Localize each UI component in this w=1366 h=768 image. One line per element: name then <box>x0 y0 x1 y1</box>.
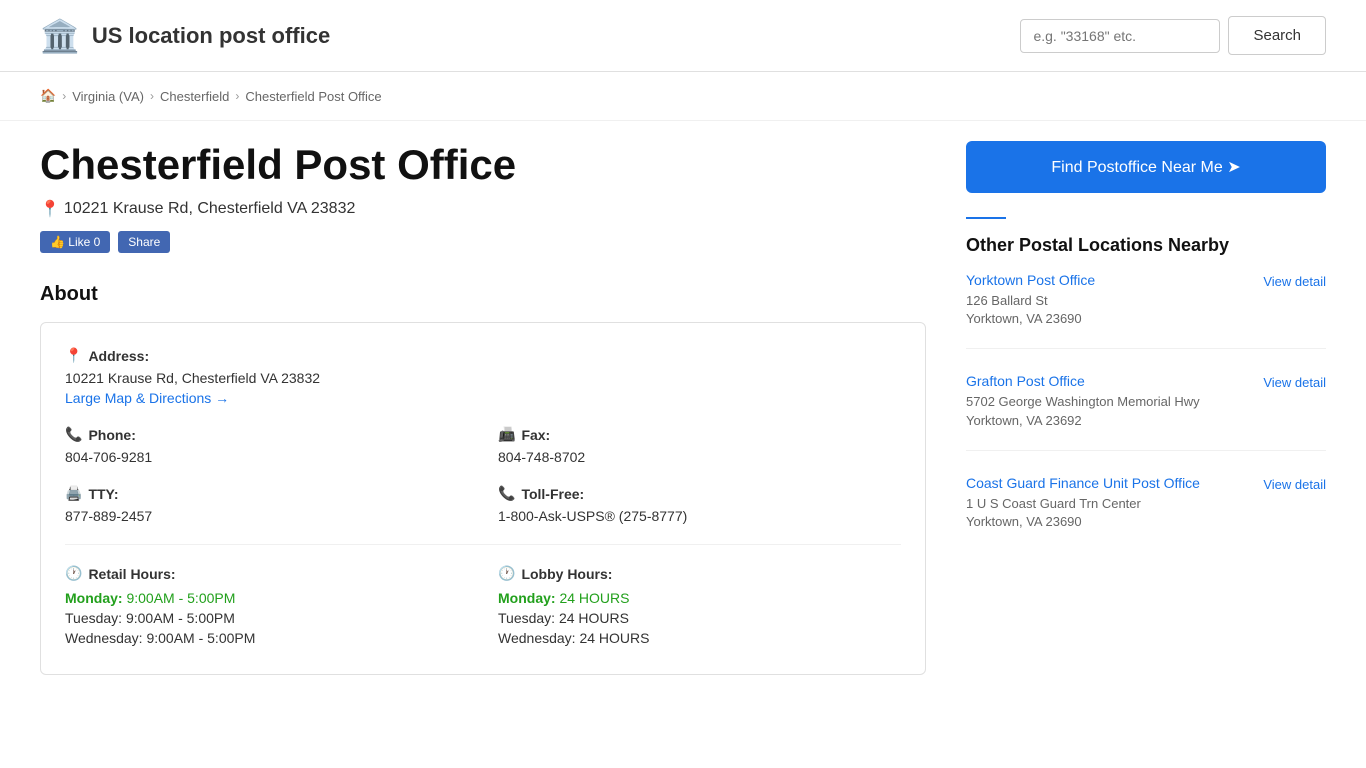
breadcrumb-city-link[interactable]: Chesterfield <box>160 89 229 104</box>
breadcrumb-state-link[interactable]: Virginia (VA) <box>72 89 144 104</box>
nearby-view-1[interactable]: View detail <box>1263 375 1326 390</box>
nearby-info-0: Yorktown Post Office 126 Ballard StYorkt… <box>966 272 1095 328</box>
nearby-name-1[interactable]: Grafton Post Office <box>966 373 1085 389</box>
breadcrumb: 🏠 › Virginia (VA) › Chesterfield › Chest… <box>0 72 1366 121</box>
find-postoffice-button[interactable]: Find Postoffice Near Me ➤ <box>966 141 1326 193</box>
retail-monday-day: Monday: <box>65 590 123 606</box>
content-left: Chesterfield Post Office 📍 10221 Krause … <box>40 141 926 675</box>
nearby-info-1: Grafton Post Office 5702 George Washingt… <box>966 373 1200 429</box>
retail-wednesday-row: Wednesday: 9:00AM - 5:00PM <box>65 630 468 646</box>
fax-label: 📠 Fax: <box>498 426 901 443</box>
main-layout: Chesterfield Post Office 📍 10221 Krause … <box>0 141 1366 675</box>
tollfree-value: 1-800-Ask-USPS® (275-8777) <box>498 508 901 524</box>
address-text: 10221 Krause Rd, Chesterfield VA 23832 <box>64 200 355 218</box>
lobby-clock-icon: 🕐 <box>498 565 515 582</box>
pin-icon: 📍 <box>40 199 60 219</box>
nearby-name-0[interactable]: Yorktown Post Office <box>966 272 1095 288</box>
lobby-tuesday-row: Tuesday: 24 HOURS <box>498 610 901 626</box>
page-address: 📍 10221 Krause Rd, Chesterfield VA 23832 <box>40 199 926 219</box>
facebook-like-button[interactable]: 👍 Like 0 <box>40 231 110 253</box>
info-card: 📍 Address: 10221 Krause Rd, Chesterfield… <box>40 322 926 675</box>
site-logo-icon: 🏛️ <box>40 17 80 55</box>
phone-label: 📞 Phone: <box>65 426 468 443</box>
retail-hours-label: 🕐 Retail Hours: <box>65 565 468 582</box>
sidebar-divider <box>966 217 1006 219</box>
header: 🏛️ US location post office Search <box>0 0 1366 72</box>
lobby-monday-day: Monday: <box>498 590 556 606</box>
hours-grid: 🕐 Retail Hours: Monday: 9:00AM - 5:00PM … <box>65 544 901 650</box>
tollfree-icon: 📞 <box>498 485 515 502</box>
tollfree-item: 📞 Toll-Free: 1-800-Ask-USPS® (275-8777) <box>498 485 901 524</box>
address-pin-icon: 📍 <box>65 347 82 364</box>
search-button[interactable]: Search <box>1228 16 1326 55</box>
nearby-view-2[interactable]: View detail <box>1263 477 1326 492</box>
tollfree-label: 📞 Toll-Free: <box>498 485 901 502</box>
sidebar: Find Postoffice Near Me ➤ Other Postal L… <box>966 141 1326 675</box>
retail-hours-section: 🕐 Retail Hours: Monday: 9:00AM - 5:00PM … <box>65 565 468 650</box>
nearby-address-1: 5702 George Washington Memorial HwyYorkt… <box>966 393 1200 429</box>
lobby-hours-label: 🕐 Lobby Hours: <box>498 565 901 582</box>
retail-monday-time: 9:00AM - 5:00PM <box>126 590 235 606</box>
breadcrumb-current: Chesterfield Post Office <box>245 89 381 104</box>
lobby-hours-section: 🕐 Lobby Hours: Monday: 24 HOURS Tuesday:… <box>498 565 901 650</box>
nearby-item-1: Grafton Post Office 5702 George Washingt… <box>966 373 1326 450</box>
map-directions-link[interactable]: Large Map & Directions → <box>65 390 229 406</box>
contact-grid: 📞 Phone: 804-706-9281 📠 Fax: 804-748-870… <box>65 426 901 524</box>
lobby-monday-time: 24 HOURS <box>559 590 629 606</box>
facebook-share-button[interactable]: Share <box>118 231 170 253</box>
header-left: 🏛️ US location post office <box>40 17 330 55</box>
fax-item: 📠 Fax: 804-748-8702 <box>498 426 901 465</box>
breadcrumb-sep-3: › <box>235 89 239 103</box>
site-title: US location post office <box>92 23 330 49</box>
retail-tuesday-row: Tuesday: 9:00AM - 5:00PM <box>65 610 468 626</box>
address-label: 📍 Address: <box>65 347 901 364</box>
home-icon: 🏠 <box>40 88 56 103</box>
nearby-heading: Other Postal Locations Nearby <box>966 235 1326 256</box>
header-right: Search <box>1020 16 1326 55</box>
nearby-address-0: 126 Ballard StYorktown, VA 23690 <box>966 292 1095 328</box>
breadcrumb-sep-1: › <box>62 89 66 103</box>
nearby-item-2: Coast Guard Finance Unit Post Office 1 U… <box>966 475 1326 551</box>
breadcrumb-home-link[interactable]: 🏠 <box>40 88 56 104</box>
retail-monday-row: Monday: 9:00AM - 5:00PM <box>65 590 468 606</box>
search-input[interactable] <box>1020 19 1220 53</box>
nearby-address-2: 1 U S Coast Guard Trn CenterYorktown, VA… <box>966 495 1200 531</box>
phone-item: 📞 Phone: 804-706-9281 <box>65 426 468 465</box>
page-title: Chesterfield Post Office <box>40 141 926 189</box>
nearby-info-2: Coast Guard Finance Unit Post Office 1 U… <box>966 475 1200 531</box>
address-section: 📍 Address: 10221 Krause Rd, Chesterfield… <box>65 347 901 406</box>
breadcrumb-sep-2: › <box>150 89 154 103</box>
nearby-item-0: Yorktown Post Office 126 Ballard StYorkt… <box>966 272 1326 349</box>
fax-icon: 📠 <box>498 426 515 443</box>
about-heading: About <box>40 283 926 306</box>
phone-icon: 📞 <box>65 426 82 443</box>
phone-value: 804-706-9281 <box>65 449 468 465</box>
fax-value: 804-748-8702 <box>498 449 901 465</box>
address-value: 10221 Krause Rd, Chesterfield VA 23832 <box>65 370 901 386</box>
nearby-view-0[interactable]: View detail <box>1263 274 1326 289</box>
lobby-wednesday-row: Wednesday: 24 HOURS <box>498 630 901 646</box>
tty-icon: 🖨️ <box>65 485 82 502</box>
clock-icon: 🕐 <box>65 565 82 582</box>
nearby-name-2[interactable]: Coast Guard Finance Unit Post Office <box>966 475 1200 491</box>
tty-value: 877-889-2457 <box>65 508 468 524</box>
tty-label: 🖨️ TTY: <box>65 485 468 502</box>
tty-item: 🖨️ TTY: 877-889-2457 <box>65 485 468 524</box>
facebook-buttons: 👍 Like 0 Share <box>40 231 926 253</box>
lobby-monday-row: Monday: 24 HOURS <box>498 590 901 606</box>
